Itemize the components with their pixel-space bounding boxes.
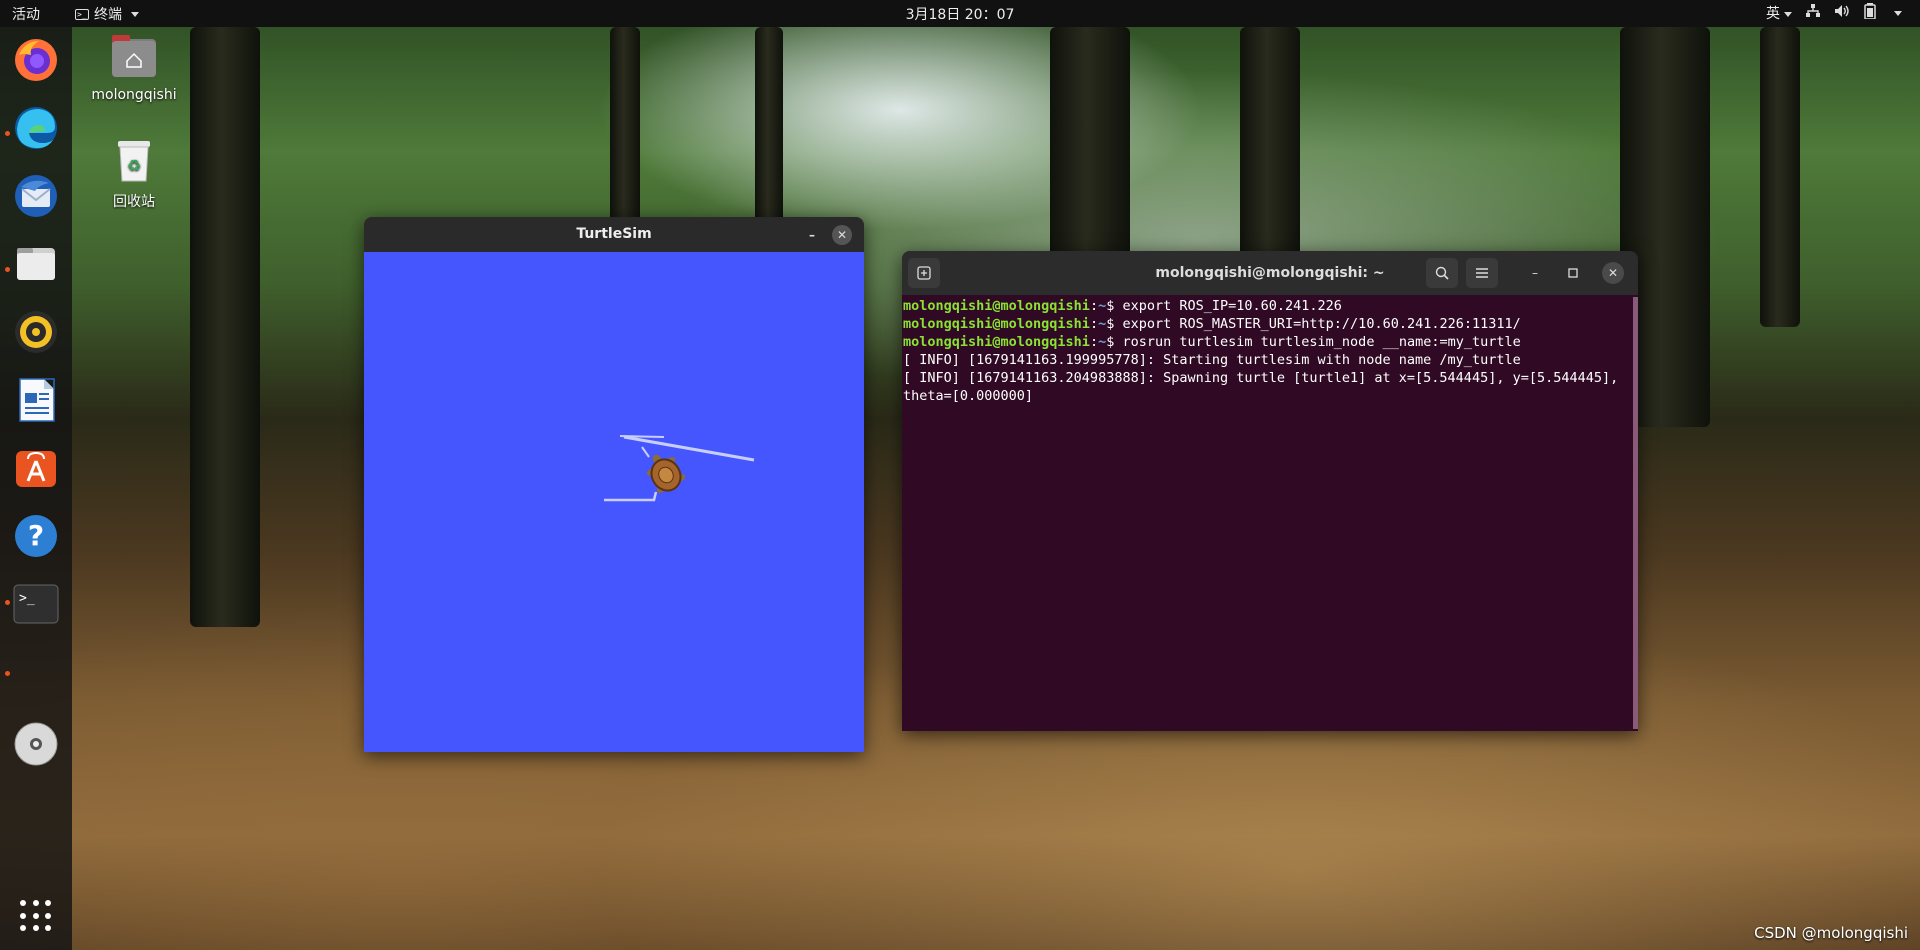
home-folder-icon: [112, 35, 156, 77]
desktop-icon-trash[interactable]: ♻ 回收站: [79, 137, 189, 211]
prompt-path: ~: [1098, 298, 1107, 314]
firefox-icon: [15, 39, 57, 81]
chevron-down-icon[interactable]: [1894, 10, 1902, 16]
show-apps-icon[interactable]: [20, 900, 52, 932]
thunderbird-icon: [15, 175, 57, 217]
command-text: export ROS_MASTER_URI=http://10.60.241.2…: [1122, 316, 1521, 332]
prompt-user: molongqishi@molongqishi: [903, 334, 1090, 350]
wallpaper-trunk: [610, 27, 640, 227]
system-tray[interactable]: 英: [1766, 3, 1902, 23]
prompt-user: molongqishi@molongqishi: [903, 316, 1090, 332]
watermark: CSDN @molongqishi: [1754, 924, 1908, 942]
running-indicator: [5, 600, 10, 605]
rhythmbox-icon: [15, 311, 57, 353]
chevron-down-icon: [131, 11, 139, 17]
terminal-output-line: [ INFO] [1679141163.204983888]: Spawning…: [903, 370, 1627, 404]
dock-help[interactable]: ?: [12, 512, 60, 560]
terminal-line: molongqishi@molongqishi:~$ export ROS_MA…: [903, 316, 1521, 332]
dock-files[interactable]: [12, 240, 60, 288]
wallpaper-trunk: [190, 27, 260, 627]
edge-icon: [15, 107, 57, 149]
clock-container: 3月18日 20：07: [0, 4, 1920, 24]
terminal-icon: >_: [13, 584, 59, 624]
close-button[interactable]: ✕: [1602, 262, 1624, 284]
desktop-icon-home[interactable]: molongqishi: [79, 35, 189, 103]
command-text: rosrun turtlesim turtlesim_node __name:=…: [1122, 334, 1521, 350]
running-indicator: [5, 267, 10, 272]
dock-app-center[interactable]: [12, 444, 60, 492]
libreoffice-writer-icon: [19, 378, 55, 422]
dock-dvd[interactable]: [12, 720, 60, 768]
trash-icon: ♻: [118, 141, 150, 182]
dvd-icon: [14, 722, 58, 766]
app-menu[interactable]: >_ 终端: [75, 4, 139, 24]
wallpaper-trunk: [1240, 27, 1300, 257]
svg-text:>_: >_: [19, 591, 35, 606]
terminal-titlebar[interactable]: molongqishi@molongqishi: ~ – ✕: [902, 251, 1638, 295]
dock-thunderbird[interactable]: [12, 172, 60, 220]
wallpaper-trunk: [1050, 27, 1130, 257]
terminal-output[interactable]: molongqishi@molongqishi:~$ export ROS_IP…: [903, 297, 1632, 731]
window-title: TurtleSim: [576, 226, 652, 242]
search-icon: [1435, 266, 1449, 280]
command-text: export ROS_IP=10.60.241.226: [1122, 298, 1342, 314]
dock: ? >_: [0, 27, 72, 950]
dock-writer[interactable]: [12, 376, 60, 424]
chevron-down-icon: [1784, 11, 1792, 17]
network-icon[interactable]: [1806, 4, 1820, 22]
top-bar: 活动 >_ 终端 3月18日 20：07 英: [0, 0, 1920, 27]
desktop-icon-label: molongqishi: [91, 87, 177, 103]
running-indicator: [5, 131, 10, 136]
help-icon: ?: [15, 515, 57, 557]
svg-text:?: ?: [28, 519, 44, 552]
turtlesim-canvas: [364, 252, 864, 752]
terminal-icon: >_: [75, 8, 89, 20]
battery-icon[interactable]: [1864, 3, 1876, 23]
app-center-icon: [16, 451, 56, 487]
app-menu-label: 终端: [94, 7, 122, 23]
activities-button[interactable]: 活动: [12, 4, 40, 24]
prompt-path: ~: [1098, 316, 1107, 332]
dock-rhythmbox[interactable]: [12, 308, 60, 356]
terminal-output-line: [ INFO] [1679141163.199995778]: Starting…: [903, 352, 1521, 368]
input-method-indicator[interactable]: 英: [1766, 3, 1792, 23]
dock-edge[interactable]: [12, 104, 60, 152]
terminal-scrollbar[interactable]: [1633, 297, 1638, 729]
desktop-icon-label: 回收站: [113, 194, 155, 210]
dock-firefox[interactable]: [12, 36, 60, 84]
turtle-drawing: [604, 435, 755, 502]
menu-button[interactable]: [1466, 258, 1498, 288]
clock[interactable]: 3月18日 20：07: [906, 7, 1015, 23]
search-button[interactable]: [1426, 258, 1458, 288]
wallpaper-trunk: [1760, 27, 1800, 327]
running-indicator: [5, 671, 10, 676]
volume-icon[interactable]: [1834, 4, 1850, 22]
turtlesim-titlebar[interactable]: TurtleSim – ✕: [364, 217, 864, 252]
dock-terminal[interactable]: >_: [12, 580, 60, 628]
hamburger-icon: [1476, 268, 1488, 278]
terminal-window[interactable]: molongqishi@molongqishi: ~ – ✕ molongqis…: [902, 251, 1638, 731]
svg-text:♻: ♻: [127, 156, 141, 175]
turtlesim-window[interactable]: TurtleSim – ✕: [364, 217, 864, 752]
maximize-icon: [1568, 268, 1578, 278]
minimize-button[interactable]: –: [802, 225, 822, 245]
input-method-label: 英: [1766, 6, 1780, 22]
prompt-user: molongqishi@molongqishi: [903, 298, 1090, 314]
close-button[interactable]: ✕: [832, 225, 852, 245]
prompt-path: ~: [1098, 334, 1107, 350]
maximize-button[interactable]: [1562, 262, 1584, 284]
files-icon: [17, 248, 55, 280]
terminal-line: molongqishi@molongqishi:~$ rosrun turtle…: [903, 334, 1521, 350]
minimize-button[interactable]: –: [1524, 262, 1546, 284]
terminal-line: molongqishi@molongqishi:~$ export ROS_IP…: [903, 298, 1342, 314]
